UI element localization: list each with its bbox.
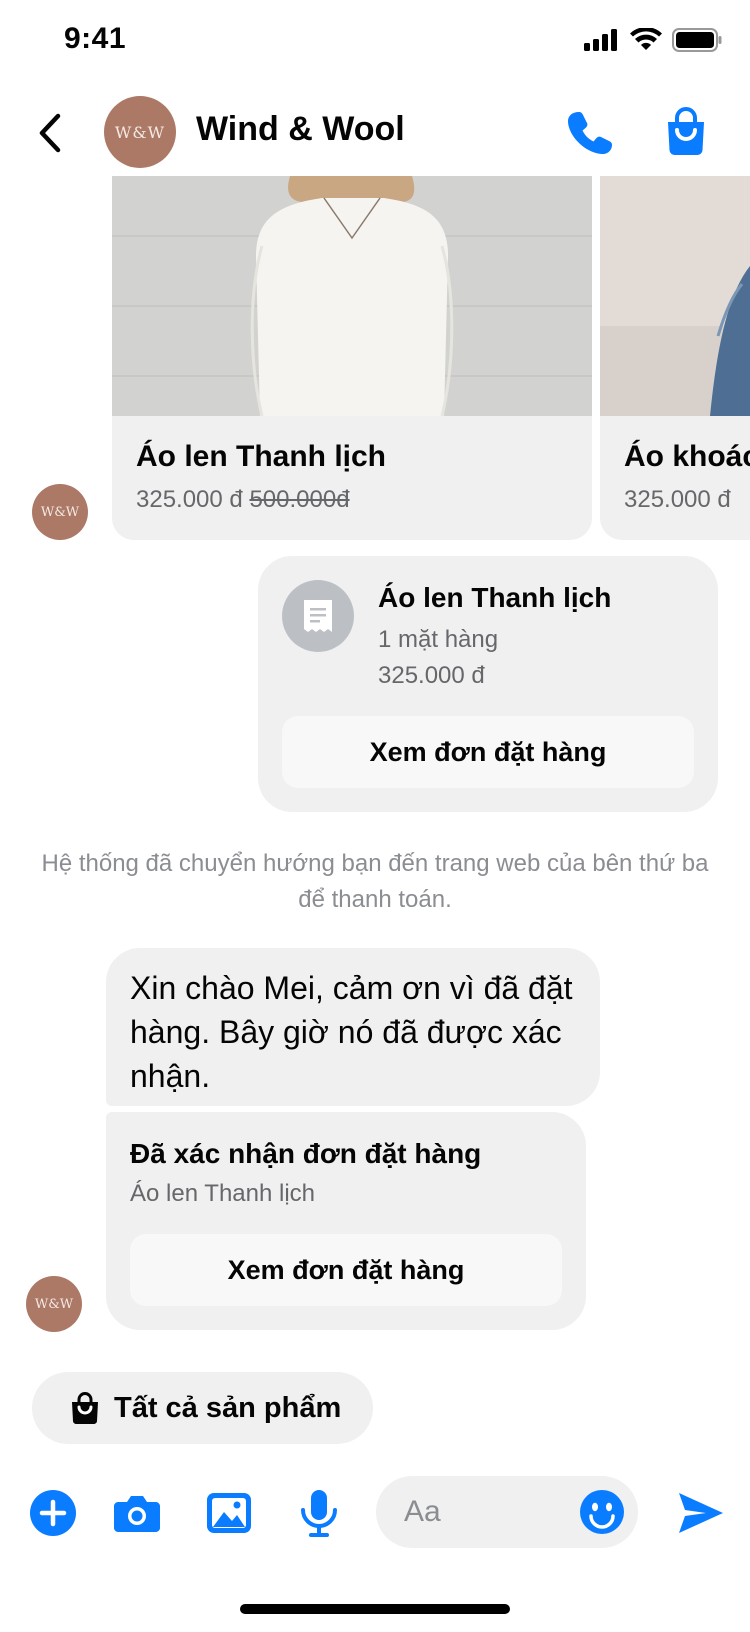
send-icon[interactable]	[676, 1488, 726, 1538]
system-note: Hệ thống đã chuyển hướng bạn đến trang w…	[41, 850, 709, 913]
confirmation-subtitle: Áo len Thanh lịch	[130, 1180, 316, 1207]
order-confirmation-card: Đã xác nhận đơn đặt hàng Áo len Thanh lị…	[106, 1112, 586, 1330]
cellular-signal-icon	[584, 29, 617, 51]
photo-gallery-icon[interactable]	[204, 1488, 254, 1538]
status-bar: 9:41	[0, 0, 750, 90]
shopping-bag-icon[interactable]	[662, 106, 710, 156]
plus-circle-icon[interactable]	[28, 1488, 78, 1538]
product-card[interactable]: Áo len Thanh lịch 325.000 đ 500.000đ	[112, 176, 592, 540]
receipt-price: 325.000 đ	[378, 662, 485, 689]
product-carousel[interactable]: Áo len Thanh lịch 325.000 đ 500.000đ Áo …	[112, 176, 750, 540]
view-order-button[interactable]: Xem đơn đặt hàng	[282, 716, 694, 788]
original-price: 500.000đ	[249, 486, 350, 513]
order-receipt-card: Áo len Thanh lịch 1 mặt hàng 325.000 đ X…	[258, 556, 718, 812]
camera-icon[interactable]	[112, 1488, 162, 1538]
page-avatar[interactable]: W&W	[104, 96, 176, 168]
sender-avatar[interactable]: W&W	[26, 1276, 82, 1332]
all-products-button[interactable]: Tất cả sản phẩm	[32, 1372, 374, 1444]
wifi-icon	[630, 28, 662, 50]
product-name: Áo len Thanh lịch	[136, 440, 387, 473]
product-image	[112, 176, 592, 416]
back-chevron-icon[interactable]	[30, 108, 70, 158]
current-price: 325.000 đ	[136, 486, 243, 513]
message-input[interactable]	[404, 1476, 564, 1548]
sender-avatar[interactable]: W&W	[32, 484, 88, 540]
product-card[interactable]: Áo khoác 325.000 đ	[600, 176, 750, 540]
all-products-label: Tất cả sản phẩm	[114, 1391, 342, 1424]
receipt-title: Áo len Thanh lịch	[378, 582, 612, 613]
conversation-header: W&W Wind & Wool	[0, 90, 750, 176]
message-bubble[interactable]: Xin chào Mei, cảm ơn vì đã đặt hàng. Bây…	[106, 948, 600, 1106]
confirmation-title: Đã xác nhận đơn đặt hàng	[130, 1138, 482, 1169]
message-input-container[interactable]	[376, 1476, 638, 1548]
page-title[interactable]: Wind & Wool	[196, 110, 405, 149]
product-image	[600, 176, 750, 416]
status-time: 9:41	[64, 22, 127, 55]
receipt-icon	[282, 580, 354, 652]
current-price: 325.000 đ	[624, 486, 731, 513]
view-order-button[interactable]: Xem đơn đặt hàng	[130, 1234, 562, 1306]
home-indicator	[240, 1604, 510, 1614]
product-price: 325.000 đ	[624, 486, 731, 514]
shopping-bag-icon	[72, 1392, 98, 1424]
emoji-icon[interactable]	[578, 1488, 626, 1536]
microphone-icon[interactable]	[294, 1488, 344, 1538]
phone-call-icon[interactable]	[566, 108, 614, 156]
message-composer	[0, 1472, 750, 1552]
product-price: 325.000 đ 500.000đ	[136, 486, 350, 514]
product-name: Áo khoác	[624, 440, 750, 473]
status-icons	[584, 28, 722, 52]
receipt-quantity: 1 mặt hàng	[378, 626, 499, 653]
battery-icon	[672, 28, 722, 52]
